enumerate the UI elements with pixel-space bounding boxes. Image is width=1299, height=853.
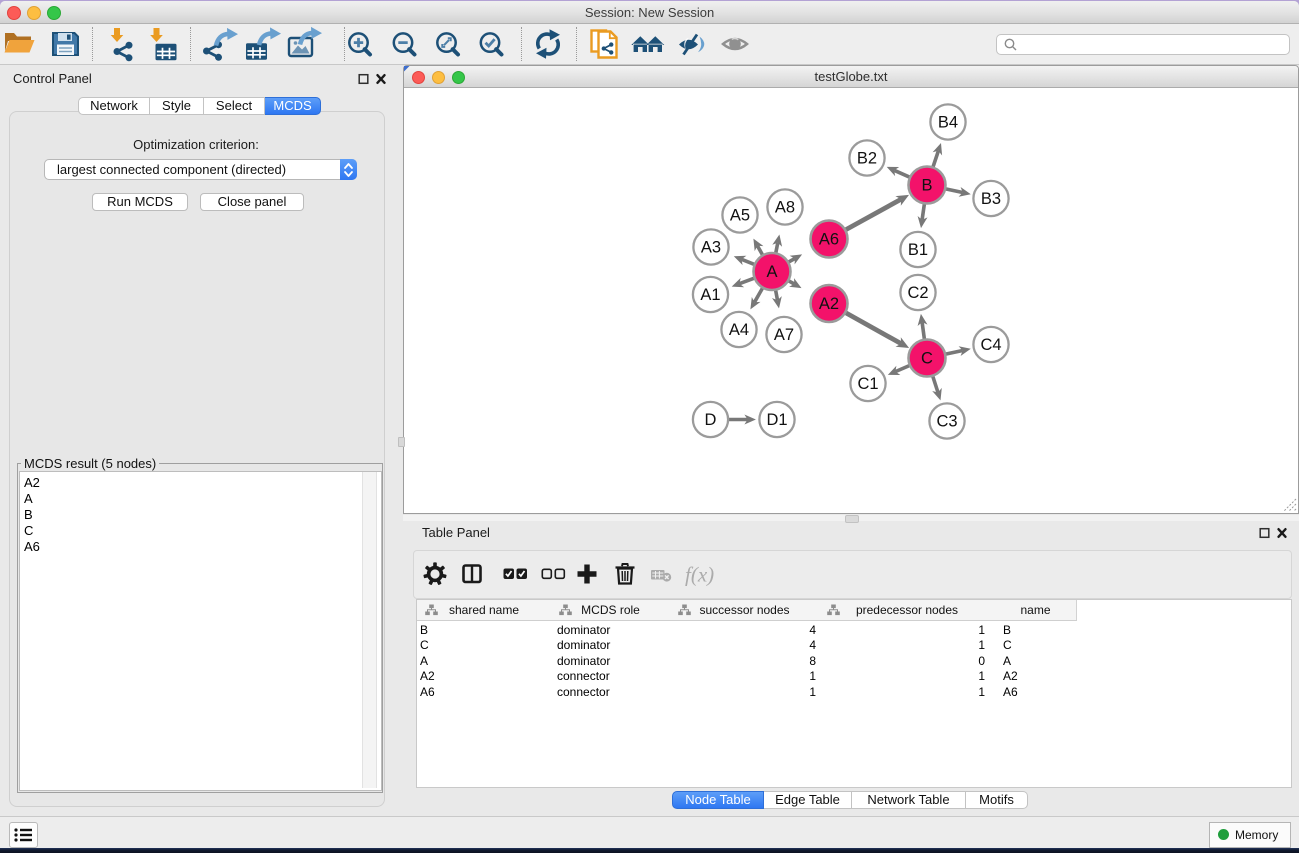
svg-text:C2: C2 — [907, 284, 928, 302]
svg-text:A: A — [766, 263, 777, 281]
svg-text:D: D — [705, 411, 717, 429]
svg-text:A2: A2 — [819, 295, 839, 313]
svg-text:C: C — [921, 350, 933, 368]
svg-text:A4: A4 — [729, 321, 749, 339]
svg-text:A8: A8 — [775, 199, 795, 217]
svg-text:A6: A6 — [819, 231, 839, 249]
svg-text:B1: B1 — [908, 241, 928, 259]
svg-text:A1: A1 — [700, 286, 720, 304]
svg-text:B: B — [921, 177, 932, 195]
svg-text:A3: A3 — [701, 239, 721, 257]
svg-text:A7: A7 — [774, 326, 794, 344]
svg-text:f(x): f(x) — [685, 563, 714, 587]
svg-text:D1: D1 — [766, 411, 787, 429]
svg-text:A5: A5 — [730, 207, 750, 225]
svg-text:C3: C3 — [936, 413, 957, 431]
svg-text:C4: C4 — [980, 336, 1001, 354]
svg-text:B3: B3 — [981, 190, 1001, 208]
svg-text:C1: C1 — [857, 375, 878, 393]
svg-text:B4: B4 — [938, 114, 958, 132]
svg-text:B2: B2 — [857, 150, 877, 168]
